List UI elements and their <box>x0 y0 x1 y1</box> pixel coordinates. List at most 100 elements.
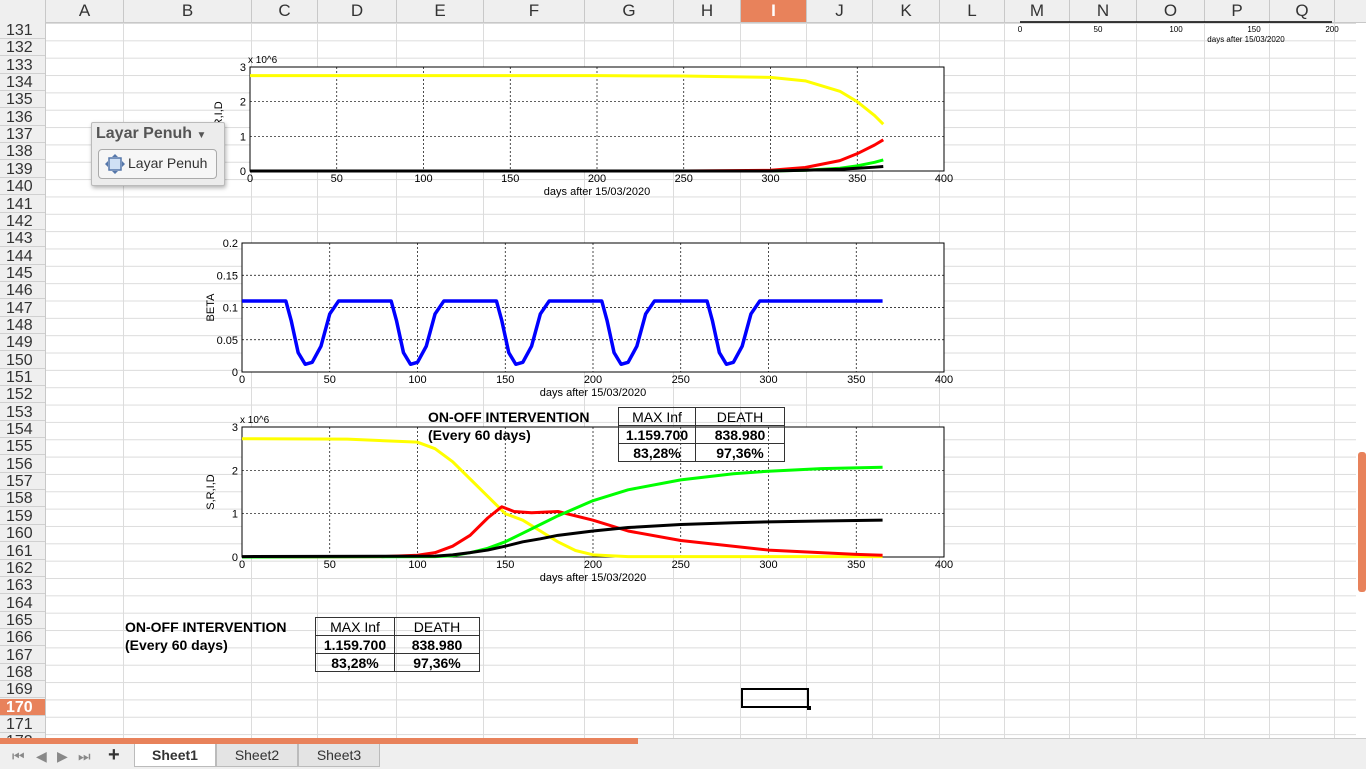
row-header-146[interactable]: 146 <box>0 282 45 300</box>
row-header-167[interactable]: 167 <box>0 647 45 664</box>
chart-srid-top[interactable]: 0 50 100 150 200 250 300 350 400 0 1 2 3 days after 1… <box>200 20 960 205</box>
row-header-164[interactable]: 164 <box>0 595 45 612</box>
first-sheet-icon[interactable]: ⏮ <box>12 748 25 765</box>
row-header-132[interactable]: 132 <box>0 39 45 57</box>
column-gridline <box>1334 23 1335 738</box>
table-cell[interactable]: 1.159.700 <box>315 635 395 654</box>
last-sheet-icon[interactable]: ⏭ <box>78 748 91 765</box>
table-cell: 97,36% <box>695 443 785 462</box>
row-header-152[interactable]: 152 <box>0 386 45 404</box>
selected-cell[interactable] <box>741 688 811 710</box>
column-header-h[interactable]: H <box>674 0 741 22</box>
row-header-158[interactable]: 158 <box>0 490 45 508</box>
row-header-144[interactable]: 144 <box>0 248 45 265</box>
x-tick-label: 150 <box>496 559 514 571</box>
row-header-149[interactable]: 149 <box>0 334 45 352</box>
fill-handle[interactable] <box>807 706 811 710</box>
row-header-141[interactable]: 141 <box>0 196 45 213</box>
x-tick-label: 150 <box>501 173 519 185</box>
row-header-154[interactable]: 154 <box>0 421 45 439</box>
row-header-148[interactable]: 148 <box>0 317 45 334</box>
table-title[interactable]: ON-OFF INTERVENTION <box>121 618 316 636</box>
column-header-b[interactable]: B <box>124 0 252 22</box>
row-header-155[interactable]: 155 <box>0 438 45 456</box>
row-header-162[interactable]: 162 <box>0 560 45 577</box>
intervention-table-main[interactable]: ON-OFF INTERVENTION MAX Inf DEATH (Every… <box>121 617 480 672</box>
row-header-133[interactable]: 133 <box>0 57 45 74</box>
row-header-153[interactable]: 153 <box>0 404 45 421</box>
select-all-corner[interactable] <box>0 0 46 22</box>
row-header-165[interactable]: 165 <box>0 612 45 629</box>
table-subtitle[interactable]: (Every 60 days) <box>121 636 316 654</box>
x-axis-label: days after 15/03/2020 <box>544 186 650 198</box>
column-gridline <box>1204 23 1205 738</box>
table-cell[interactable]: 83,28% <box>315 653 395 672</box>
row-header-160[interactable]: 160 <box>0 525 45 543</box>
row-header-145[interactable]: 145 <box>0 265 45 282</box>
table-header-maxinf[interactable]: MAX Inf <box>315 617 395 636</box>
column-header-c[interactable]: C <box>252 0 318 22</box>
row-header-163[interactable]: 163 <box>0 577 45 595</box>
table-title: ON-OFF INTERVENTION <box>428 408 590 425</box>
y-tick-label: 3 <box>240 62 246 74</box>
fullscreen-toolbar-title-text: Layar Penuh <box>96 125 193 142</box>
row-header-139[interactable]: 139 <box>0 161 45 178</box>
fullscreen-button-label: Layar Penuh <box>128 155 208 171</box>
row-header-159[interactable]: 159 <box>0 508 45 525</box>
x-tick-label: 150 <box>1247 25 1261 34</box>
row-header-156[interactable]: 156 <box>0 456 45 473</box>
column-header-k[interactable]: K <box>873 0 940 22</box>
row-header-135[interactable]: 135 <box>0 91 45 109</box>
row-header-170[interactable]: 170 <box>0 698 45 716</box>
chart-beta[interactable]: 0 50 100 150 200 250 300 350 400 0 0.05 0.1 0.15 0.2 d… <box>190 235 960 410</box>
add-sheet-icon[interactable]: + <box>108 744 120 767</box>
table-header-death[interactable]: DEATH <box>394 617 480 636</box>
row-header-151[interactable]: 151 <box>0 369 45 386</box>
column-header-a[interactable]: A <box>46 0 124 22</box>
row-header-150[interactable]: 150 <box>0 352 45 369</box>
row-header-143[interactable]: 143 <box>0 230 45 248</box>
table-cell[interactable]: 838.980 <box>394 635 480 654</box>
row-header-137[interactable]: 137 <box>0 126 45 144</box>
column-header-g[interactable]: G <box>585 0 674 22</box>
row-header-147[interactable]: 147 <box>0 300 45 317</box>
row-header-138[interactable]: 138 <box>0 143 45 161</box>
x-tick-label: 250 <box>672 374 690 386</box>
row-header-157[interactable]: 157 <box>0 473 45 491</box>
x-tick-label: 350 <box>848 173 866 185</box>
next-sheet-icon[interactable]: ▶ <box>57 748 68 765</box>
fullscreen-button[interactable]: Layar Penuh <box>98 149 217 179</box>
vertical-scrollbar-thumb[interactable] <box>1358 452 1366 592</box>
column-header-e[interactable]: E <box>397 0 484 22</box>
column-header-f[interactable]: F <box>484 0 585 22</box>
y-tick-label: 0.05 <box>217 335 238 347</box>
row-header-161[interactable]: 161 <box>0 543 45 560</box>
chart-partial-top-right[interactable]: 0 50 100 150 200 days after 15/03/2020 <box>1010 18 1340 53</box>
column-header-i[interactable]: I <box>741 0 807 22</box>
sheet-tab-1[interactable]: Sheet1 <box>134 744 216 767</box>
column-header-j[interactable]: J <box>807 0 873 22</box>
column-header-d[interactable]: D <box>318 0 397 22</box>
row-header-140[interactable]: 140 <box>0 178 45 196</box>
row-header-136[interactable]: 136 <box>0 109 45 126</box>
row-header-134[interactable]: 134 <box>0 74 45 92</box>
row-header-169[interactable]: 169 <box>0 681 45 699</box>
row-header-166[interactable]: 166 <box>0 629 45 647</box>
column-header-l[interactable]: L <box>940 0 1005 22</box>
row-header-131[interactable]: 131 <box>0 22 45 39</box>
y-tick-label: 3 <box>232 422 238 434</box>
prev-sheet-icon[interactable]: ◀ <box>36 748 47 765</box>
table-cell[interactable]: 97,36% <box>394 653 480 672</box>
y-tick-label: 1 <box>240 131 246 143</box>
row-header-168[interactable]: 168 <box>0 664 45 681</box>
sheet-tab-3[interactable]: Sheet3 <box>298 744 380 767</box>
sheet-tab-2[interactable]: Sheet2 <box>216 744 298 767</box>
x-tick-label: 0 <box>239 559 245 571</box>
fullscreen-toolbar-title[interactable]: Layar Penuh ▼ <box>96 125 206 143</box>
row-header-142[interactable]: 142 <box>0 213 45 230</box>
chevron-down-icon: ▼ <box>196 130 207 141</box>
x-tick-label: 100 <box>408 559 426 571</box>
row-header-171[interactable]: 171 <box>0 716 45 733</box>
x-axis-label: days after 15/03/2020 <box>540 387 646 399</box>
x-axis-label: days after 15/03/2020 <box>540 572 646 584</box>
